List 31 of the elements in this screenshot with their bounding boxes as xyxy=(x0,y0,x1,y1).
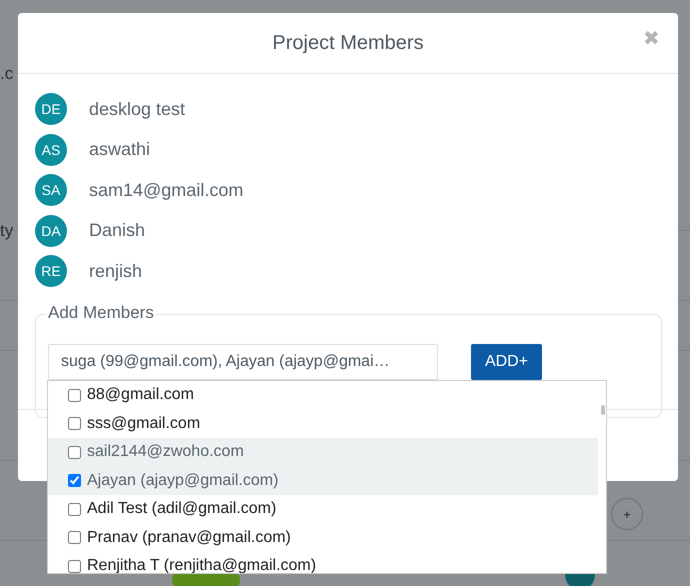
add-button[interactable]: ADD+ xyxy=(471,344,542,380)
dialog-title: Project Members xyxy=(272,32,424,54)
add-button[interactable]: + xyxy=(611,498,643,530)
avatar: RE xyxy=(35,255,67,288)
dropdown-option[interactable]: Adil Test (adil@gmail.com) xyxy=(48,495,598,524)
dropdown-option[interactable]: Ajayan (ajayp@gmail.com) xyxy=(48,466,598,495)
dropdown-option[interactable]: 88@gmail.com xyxy=(48,381,598,410)
member-name: aswathi xyxy=(89,139,150,160)
checkbox[interactable] xyxy=(68,417,81,430)
member-select-field[interactable]: suga (99@gmail.com), Ajayan (ajayp@gmai… xyxy=(48,344,438,380)
avatar: DA xyxy=(35,214,67,247)
checkbox[interactable] xyxy=(68,446,81,459)
dropdown-option[interactable]: sss@gmail.com xyxy=(48,410,598,438)
checkbox[interactable] xyxy=(68,474,81,488)
dropdown-option[interactable]: Pranav (pranav@gmail.com) xyxy=(48,524,598,552)
status-pill xyxy=(172,573,240,586)
avatar: AS xyxy=(35,134,67,166)
checkbox[interactable] xyxy=(68,560,81,573)
avatar: DE xyxy=(35,93,67,126)
background-text: .c xyxy=(0,64,14,84)
checkbox[interactable] xyxy=(68,531,81,544)
checkbox[interactable] xyxy=(68,502,81,516)
checkbox[interactable] xyxy=(68,388,81,402)
member-name: desklog test xyxy=(89,98,186,120)
member-name: sam14@gmail.com xyxy=(89,180,244,201)
member-name: Danish xyxy=(89,220,146,242)
background-text: ty xyxy=(0,221,14,241)
avatar: SA xyxy=(35,174,67,206)
member-name: renjish xyxy=(89,260,142,282)
scrollbar[interactable] xyxy=(601,405,605,415)
dropdown-option[interactable]: sail2144@zwoho.com xyxy=(48,438,598,466)
